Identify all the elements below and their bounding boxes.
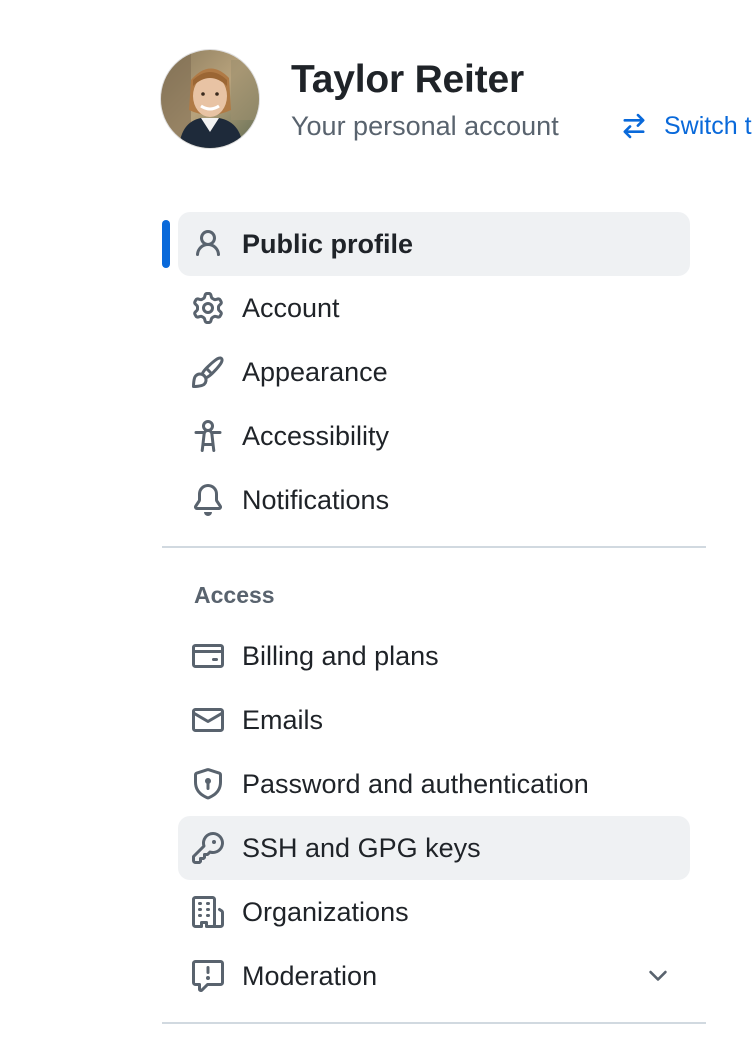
nav-item-label: Password and authentication bbox=[242, 769, 589, 799]
nav-item-accessibility[interactable]: Accessibility bbox=[178, 404, 690, 468]
nav-item-label: Organizations bbox=[242, 897, 409, 927]
avatar[interactable] bbox=[161, 50, 259, 148]
credit-card-icon bbox=[192, 640, 224, 672]
nav-item-account[interactable]: Account bbox=[178, 276, 690, 340]
nav-item-notifications[interactable]: Notifications bbox=[178, 468, 690, 532]
settings-page: Taylor Reiter Your personal account Swit… bbox=[0, 0, 756, 1042]
key-icon bbox=[192, 832, 224, 864]
nav-item-label: SSH and GPG keys bbox=[242, 833, 481, 863]
nav-item-appearance[interactable]: Appearance bbox=[178, 340, 690, 404]
nav-item-organizations[interactable]: Organizations bbox=[178, 880, 690, 944]
paintbrush-icon bbox=[192, 356, 224, 388]
arrow-switch-icon bbox=[620, 112, 648, 140]
nav-divider bbox=[162, 1022, 706, 1024]
nav-item-label: Moderation bbox=[242, 961, 378, 991]
active-indicator bbox=[162, 220, 170, 268]
organization-icon bbox=[192, 896, 224, 928]
gear-icon bbox=[192, 292, 224, 324]
accessibility-icon bbox=[192, 420, 224, 452]
nav-divider bbox=[162, 546, 706, 548]
mail-icon bbox=[192, 704, 224, 736]
nav-item-label: Emails bbox=[242, 705, 324, 735]
account-name: Taylor Reiter bbox=[291, 58, 524, 101]
report-icon bbox=[192, 960, 224, 992]
nav-item-label: Public profile bbox=[242, 229, 414, 259]
nav-item-password-auth[interactable]: Password and authentication bbox=[178, 752, 690, 816]
nav-item-label: Accessibility bbox=[242, 421, 390, 451]
account-subtitle: Your personal account bbox=[291, 111, 559, 141]
person-icon bbox=[192, 228, 224, 260]
nav-item-label: Account bbox=[242, 293, 340, 323]
chevron-down-icon[interactable] bbox=[644, 962, 672, 990]
nav-item-moderation[interactable]: Moderation bbox=[178, 944, 690, 1008]
nav-item-billing[interactable]: Billing and plans bbox=[178, 624, 690, 688]
nav-item-ssh-gpg-keys[interactable]: SSH and GPG keys bbox=[178, 816, 690, 880]
section-heading-access: Access bbox=[194, 582, 275, 608]
switch-account-link[interactable]: Switch t bbox=[620, 108, 752, 144]
bell-icon bbox=[192, 484, 224, 516]
nav-item-emails[interactable]: Emails bbox=[178, 688, 690, 752]
shield-lock-icon bbox=[192, 768, 224, 800]
nav-item-label: Appearance bbox=[242, 357, 388, 387]
nav-item-public-profile[interactable]: Public profile bbox=[178, 212, 690, 276]
nav-item-label: Notifications bbox=[242, 485, 390, 515]
nav-item-label: Billing and plans bbox=[242, 641, 439, 671]
switch-account-label: Switch t bbox=[664, 111, 752, 140]
